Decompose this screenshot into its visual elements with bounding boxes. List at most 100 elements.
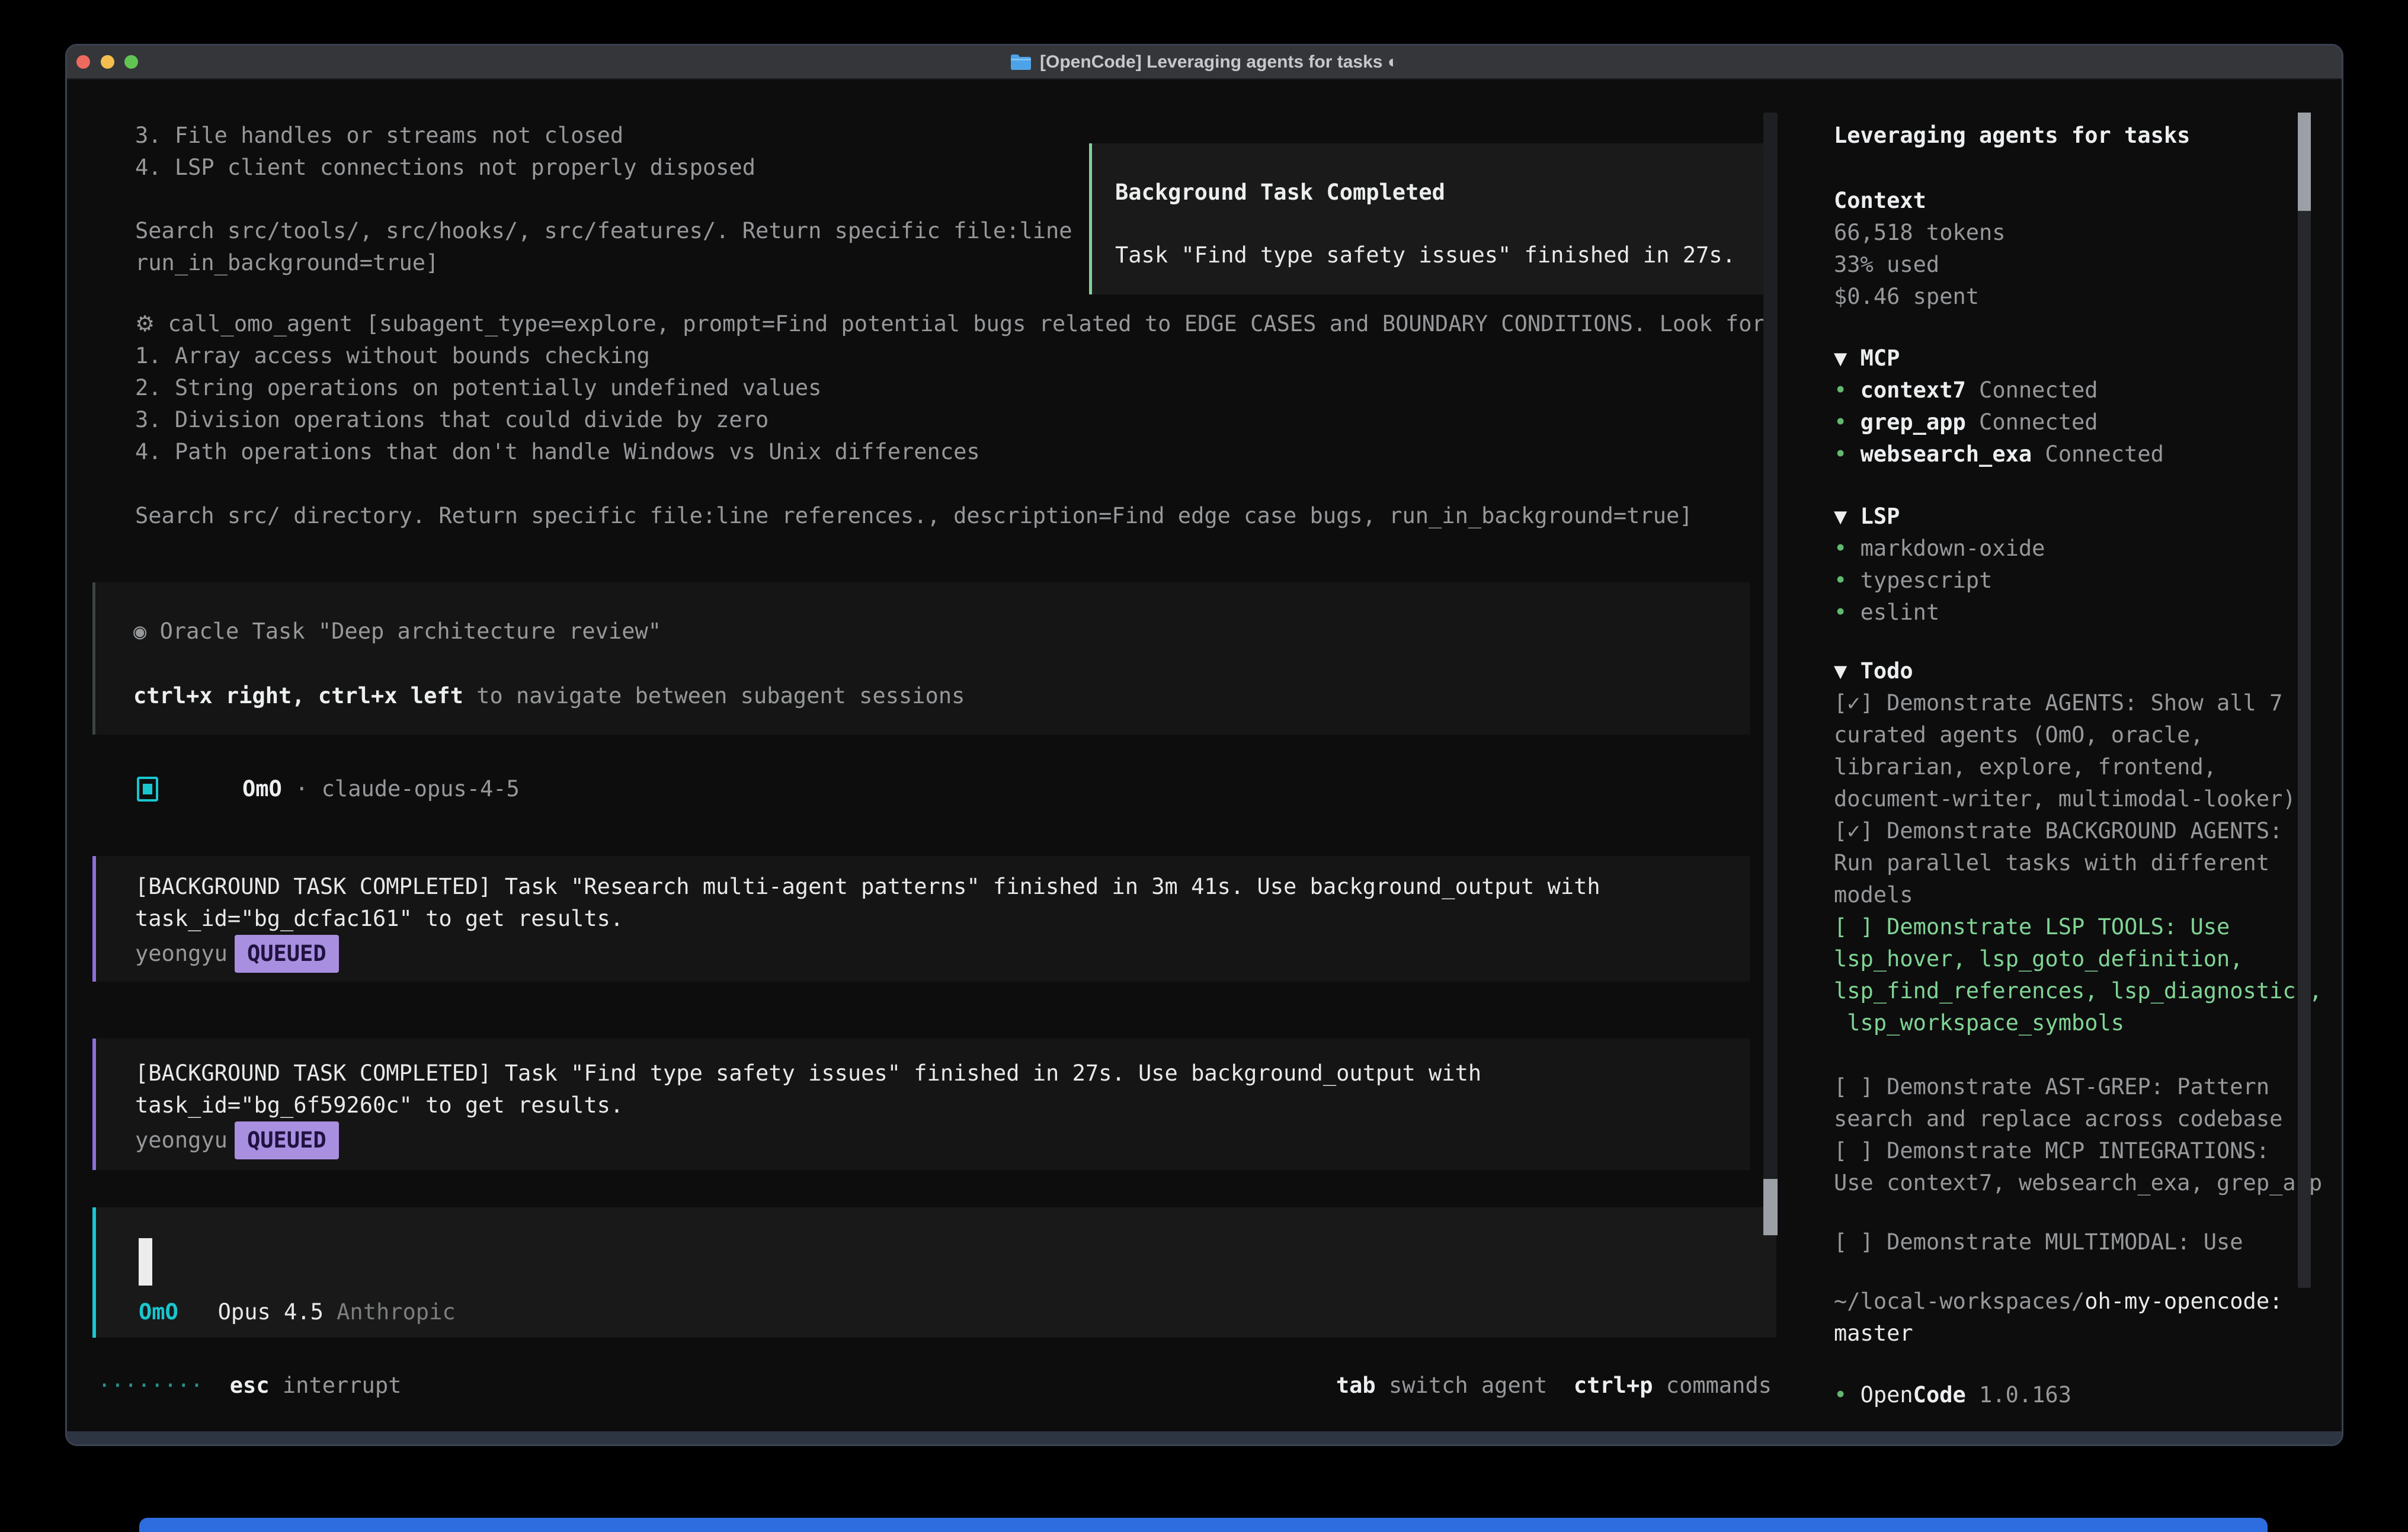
todo-item-active: [ ] Demonstrate LSP TOOLS: Use <box>1834 911 2230 943</box>
text-segment: [ ] Demonstrate LSP TOOLS: Use <box>1834 914 2230 940</box>
text-segment: search and replace across codebase <box>1834 1106 2282 1132</box>
text-segment: [✓] Demonstrate AGENTS: Show all 7 <box>1834 690 2282 716</box>
background-task-notification: Background Task Completed Task "Find typ… <box>1089 143 1768 294</box>
model-indicator: OmO Opus 4.5 Anthropic <box>139 1296 456 1328</box>
text-cursor <box>139 1238 152 1286</box>
text-segment: 3. Division operations that could divide… <box>135 407 768 432</box>
text-segment: document-writer, multimodal-looker) <box>1834 786 2296 812</box>
todo-item-done: [✓] Demonstrate BACKGROUND AGENTS: <box>1834 815 2282 847</box>
window-footer <box>67 1431 2342 1444</box>
app-version: • OpenCode 1.0.163 <box>1834 1379 2071 1411</box>
workspace-branch: master <box>1834 1318 1913 1350</box>
tool-call-line: ⚙ call_omo_agent [subagent_type=explore,… <box>135 308 1765 340</box>
scrollback-line: 2. String operations on potentially unde… <box>135 372 821 404</box>
status-badge: QUEUED <box>235 1121 339 1159</box>
task-author: yeongyu <box>135 1127 228 1153</box>
chat-scrollbar[interactable] <box>1763 113 1778 1236</box>
agent-icon <box>137 777 158 802</box>
session-title: Leveraging agents for tasks <box>1834 120 2190 152</box>
prompt-input[interactable]: OmO Opus 4.5 Anthropic <box>92 1207 1776 1338</box>
sidebar-scrollbar-thumb[interactable] <box>2298 113 2311 211</box>
text-segment: curated agents (OmO, oracle, <box>1834 722 2204 748</box>
mcp-item: • context7 Connected <box>1834 374 2098 406</box>
text-segment: run_in_background=true] <box>135 250 438 275</box>
esc-key-hint: esc <box>230 1373 270 1398</box>
mcp-item: • grep_app Connected <box>1834 406 2098 438</box>
text-segment: markdown-oxide <box>1861 536 2045 561</box>
subagent-nav-hint: ctrl+x right, ctrl+x left to navigate be… <box>133 680 965 712</box>
todo-item-done: curated agents (OmO, oracle, <box>1834 719 2204 751</box>
todo-item-done: [✓] Demonstrate AGENTS: Show all 7 <box>1834 687 2282 719</box>
todo-item-pending: [ ] Demonstrate MULTIMODAL: Use <box>1834 1226 2243 1258</box>
todo-item-pending: Use context7, websearch_exa, grep_app <box>1834 1167 2322 1199</box>
text-segment: [✓] Demonstrate BACKGROUND AGENTS: <box>1834 818 2282 844</box>
text-segment: 1. Array access without bounds checking <box>135 343 650 368</box>
scrollback-line: 3. File handles or streams not closed <box>135 120 623 152</box>
text-segment: Context <box>1834 188 1926 213</box>
notification-title: Background Task Completed <box>1115 177 1445 209</box>
text-segment: call_omo_agent [subagent_type=explore, p… <box>155 311 1765 336</box>
spinner-dots-icon: ········ <box>98 1373 203 1398</box>
opencode-window: [OpenCode] Leveraging agents for tasks ◐… <box>65 44 2343 1446</box>
todo-item-done: librarian, explore, frontend, <box>1834 751 2217 783</box>
todo-item-active: lsp_hover, lsp_goto_definition, <box>1834 943 2243 975</box>
todo-section-header[interactable]: ▼ Todo <box>1834 655 1913 687</box>
chat-scrollbar-thumb[interactable] <box>1763 1179 1778 1235</box>
active-model: Opus 4.5 <box>218 1299 324 1325</box>
text-segment: eslint <box>1861 600 1940 625</box>
text-segment: $0.46 spent <box>1834 284 1979 309</box>
text-segment: Leveraging agents for tasks <box>1834 123 2190 148</box>
background-window-edge[interactable] <box>139 1518 2268 1532</box>
text-segment: [ ] Demonstrate MULTIMODAL: Use <box>1834 1229 2243 1255</box>
scrollback-line: Search src/tools/, src/hooks/, src/featu… <box>135 215 1072 247</box>
scrollback-line: 3. Division operations that could divide… <box>135 404 768 436</box>
title-bar[interactable]: [OpenCode] Leveraging agents for tasks ◐ <box>67 46 2342 79</box>
oracle-task-box[interactable]: ◉ Oracle Task "Deep architecture review"… <box>92 582 1750 735</box>
text-segment: 66,518 tokens <box>1834 220 2006 245</box>
zoom-button[interactable] <box>124 55 138 69</box>
text-segment: websearch_exa <box>1861 441 2032 467</box>
minimize-button[interactable] <box>101 55 114 69</box>
text-segment: 1.0.163 <box>1966 1382 2071 1408</box>
text-segment: Open <box>1861 1382 1913 1408</box>
text-segment: 33% used <box>1834 252 1939 277</box>
lsp-item: • eslint <box>1834 597 1939 629</box>
close-button[interactable] <box>76 55 90 69</box>
active-provider: Anthropic <box>337 1299 455 1325</box>
lsp-item: • markdown-oxide <box>1834 533 2045 565</box>
task-message-line: task_id="bg_dcfac161" to get results. <box>135 903 623 935</box>
scrollback-line: run_in_background=true] <box>135 247 438 279</box>
text-segment: lsp_hover, lsp_goto_definition, <box>1834 946 2243 972</box>
sidebar-scrollbar[interactable] <box>2298 113 2311 1288</box>
text-segment: MCP <box>1861 345 1900 371</box>
todo-item-active: lsp_find_references, lsp_diagnostics, <box>1834 975 2322 1007</box>
mcp-item: • websearch_exa Connected <box>1834 438 2164 470</box>
text-segment: context7 <box>1861 377 1966 403</box>
text-segment: Run parallel tasks with different <box>1834 850 2269 876</box>
status-bar-right: tab switch agent ctrl+p commands <box>1336 1370 1772 1402</box>
text-segment: ~/local-workspaces/ <box>1834 1289 2084 1314</box>
bullet-icon: • <box>1834 1382 1861 1408</box>
text-segment: typescript <box>1861 568 1993 593</box>
oracle-task-header: ◉ Oracle Task "Deep architecture review" <box>133 616 661 648</box>
agent-name: OmO <box>242 776 282 802</box>
todo-item-pending: search and replace across codebase <box>1834 1103 2282 1135</box>
text-segment: [ ] Demonstrate AST-GREP: Pattern <box>1834 1074 2269 1100</box>
radio-icon: ◉ <box>133 618 160 644</box>
text-segment: Connected <box>1966 409 2098 435</box>
esc-key-label: interrupt <box>270 1373 402 1398</box>
window-title-text: [OpenCode] Leveraging agents for tasks ◐ <box>1040 53 1398 71</box>
text-segment: librarian, explore, frontend, <box>1834 754 2217 780</box>
window-title: [OpenCode] Leveraging agents for tasks ◐ <box>1010 53 1398 71</box>
chevron-down-icon: ▼ <box>1834 504 1861 529</box>
text-segment: Connected <box>1966 377 2098 403</box>
text-segment: [ ] Demonstrate MCP INTEGRATIONS: <box>1834 1138 2269 1164</box>
context-spent: $0.46 spent <box>1834 281 1979 313</box>
text-segment: Use context7, websearch_exa, grep_app <box>1834 1170 2322 1196</box>
scrollback-line: Search src/ directory. Return specific f… <box>135 500 1693 532</box>
bullet-icon: • <box>1834 409 1861 435</box>
lsp-section-header[interactable]: ▼ LSP <box>1834 501 1900 533</box>
text-segment: grep_app <box>1861 409 1966 435</box>
mcp-section-header[interactable]: ▼ MCP <box>1834 342 1900 374</box>
chevron-down-icon: ▼ <box>1834 658 1861 684</box>
